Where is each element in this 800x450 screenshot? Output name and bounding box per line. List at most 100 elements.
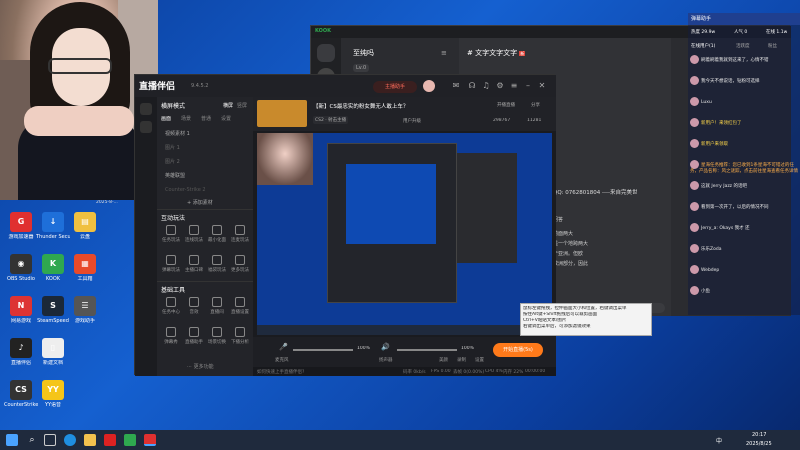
task-view-icon[interactable] (44, 434, 56, 446)
tool-button[interactable]: 场景切换 (207, 327, 227, 345)
basic-tools-title: 基础工具 (161, 287, 186, 294)
tool-button[interactable]: 任务中心 (161, 297, 181, 315)
scene-item[interactable]: Counter-Strike 2 (161, 185, 249, 196)
desktop-icon[interactable]: S SteamSpeed (36, 296, 70, 324)
desktop-icon[interactable]: ▯ 新建文档 (36, 338, 70, 366)
share-button[interactable]: 分享 (531, 102, 540, 108)
tool-label: 音效 (189, 310, 199, 315)
tool-button[interactable]: 任务玩法 (161, 225, 181, 243)
start-live-button[interactable]: 开始直播(5s) (493, 343, 543, 357)
desktop-icon[interactable]: ♪ 直播伴侣 (4, 338, 38, 366)
clock-time[interactable]: 20:17 (752, 432, 766, 438)
scene-tab-1[interactable]: 场景 (181, 115, 191, 122)
bitrate: 码率 0kb/s (403, 370, 426, 375)
tool-label: 更多玩法 (231, 268, 249, 273)
desktop-icon[interactable]: N 网易游戏 (4, 296, 38, 324)
menu-icon[interactable]: ≡ (441, 49, 447, 57)
stream-category[interactable]: CS2 · 射击主播 (313, 116, 349, 124)
speaker-icon[interactable]: 🔊 (381, 343, 390, 351)
desktop-icon[interactable]: ▦ 工具箱 (68, 254, 102, 282)
tool-button[interactable]: 直播间 (207, 297, 227, 315)
kook-taskbar-icon[interactable] (124, 434, 136, 446)
beauty-button[interactable]: 美颜 (439, 357, 448, 363)
windows-start-icon[interactable] (6, 434, 18, 446)
desktop-icon[interactable]: ↓ Thunder Secure (36, 212, 70, 240)
help-link[interactable]: 如何快速上手直播伴侣? (257, 369, 304, 375)
app-icon: ☰ (74, 296, 96, 316)
popularity-stat: 人气 0 (734, 30, 748, 35)
tool-button[interactable]: 主播口碑 (184, 255, 204, 273)
settings-icon[interactable]: ⚙ (495, 81, 505, 91)
desktop-icon[interactable]: YY YY语音 (36, 380, 70, 408)
input-language[interactable]: 中 (716, 436, 722, 445)
scene-tab-3[interactable]: 设置 (221, 115, 231, 122)
stream-cover[interactable] (257, 100, 307, 127)
helper-tab-online[interactable]: 在线用户(1) (691, 43, 715, 49)
user-avatar[interactable] (423, 80, 435, 92)
mic-icon[interactable]: 🎤 (279, 343, 288, 351)
headset-icon[interactable]: ☊ (467, 81, 477, 91)
desktop-icon[interactable]: ☰ 游戏助手 (68, 296, 102, 324)
live-assistant-button[interactable]: 主播助手 (373, 81, 417, 93)
app-icon[interactable] (104, 434, 116, 446)
scene-tab-0[interactable]: 画面 (161, 115, 171, 122)
edge-icon[interactable] (64, 434, 76, 446)
tool-button[interactable]: 弹幕秀 (161, 327, 181, 345)
desktop-icon[interactable]: CS CounterStrike (4, 380, 38, 408)
open-stream-button[interactable]: 开播直播 (497, 102, 515, 108)
speaker-volume-slider[interactable] (397, 349, 457, 351)
discord-icon[interactable] (317, 44, 335, 62)
avatar (690, 118, 699, 127)
streaming-app-taskbar-icon[interactable] (144, 434, 156, 446)
tool-button[interactable]: 弹幕玩法 (161, 255, 181, 273)
helper-tab-activity[interactable]: 活跃度 (736, 43, 750, 49)
tool-button[interactable]: 连线玩法 (184, 225, 204, 243)
tool-button[interactable]: 连麦玩法 (230, 225, 250, 243)
tool-button[interactable]: 直播助手 (184, 327, 204, 345)
desktop-icon[interactable]: K KOOK (36, 254, 70, 282)
message-icon[interactable]: ✉ (451, 81, 461, 91)
tool-button[interactable]: 音效 (184, 297, 204, 315)
avatar (690, 244, 699, 253)
mode-tab-landscape[interactable]: 横屏 (223, 102, 233, 109)
helper-tab-fans[interactable]: 粉丝 (768, 43, 777, 49)
scene-item[interactable]: 图片 2 (161, 157, 249, 168)
tool-icon (212, 255, 222, 265)
chat-message-text: 小鱼 (701, 289, 710, 294)
channel-name: 文字文字文字 (475, 49, 518, 57)
settings-button[interactable]: 设置 (475, 357, 484, 363)
mic-label: 麦克风 (275, 358, 289, 363)
more-features-button[interactable]: ⋯ 更多功能 (187, 363, 214, 370)
desktop-icon[interactable]: G 游戏加速器 (4, 212, 38, 240)
tool-button[interactable]: 更多玩法 (230, 255, 250, 273)
more-icon[interactable]: ≡ (509, 81, 519, 91)
desktop-icon[interactable]: ◉ OBS Studio (4, 254, 38, 282)
scene-item[interactable]: 视频素材 1 (161, 129, 249, 140)
tool-button[interactable]: 直播设置 (230, 297, 250, 315)
scene-item[interactable]: 英雄联盟 (161, 171, 249, 182)
stream-preview[interactable] (257, 133, 552, 335)
desktop-icon[interactable]: ▤ 云盘 (68, 212, 102, 240)
mode-selector[interactable]: 横屏模式 (161, 101, 185, 110)
bell-icon[interactable]: ♫ (481, 81, 491, 91)
scene-item[interactable]: 图片 1 (161, 143, 249, 154)
scene-tab-2[interactable]: 普通 (201, 115, 211, 122)
record-button[interactable]: 录制 (457, 357, 466, 363)
mode-tab-portrait[interactable]: 竖屏 (237, 102, 247, 109)
scene-icon[interactable] (140, 103, 152, 115)
minimize-icon[interactable]: – (523, 81, 533, 91)
clock-date[interactable]: 2025/8/25 (746, 441, 772, 447)
tool-button[interactable]: 福袋玩法 (207, 255, 227, 273)
tool-icon (235, 327, 245, 337)
stream-title[interactable]: 【新】CS最忠实的粉女舞无人敢上车？ (313, 102, 463, 110)
chat-message: 乐乐Zoda (690, 244, 798, 253)
tool-label: 直播助手 (185, 340, 203, 345)
layers-icon[interactable] (140, 121, 152, 133)
close-icon[interactable]: ✕ (537, 81, 547, 91)
tool-button[interactable]: 下播分析 (230, 327, 250, 345)
search-icon[interactable]: ⌕ (26, 434, 38, 446)
tool-button[interactable]: 最小化面 (207, 225, 227, 243)
add-material-button[interactable]: + 添加素材 (187, 199, 213, 206)
mic-volume-slider[interactable] (293, 349, 353, 351)
file-explorer-icon[interactable] (84, 434, 96, 446)
